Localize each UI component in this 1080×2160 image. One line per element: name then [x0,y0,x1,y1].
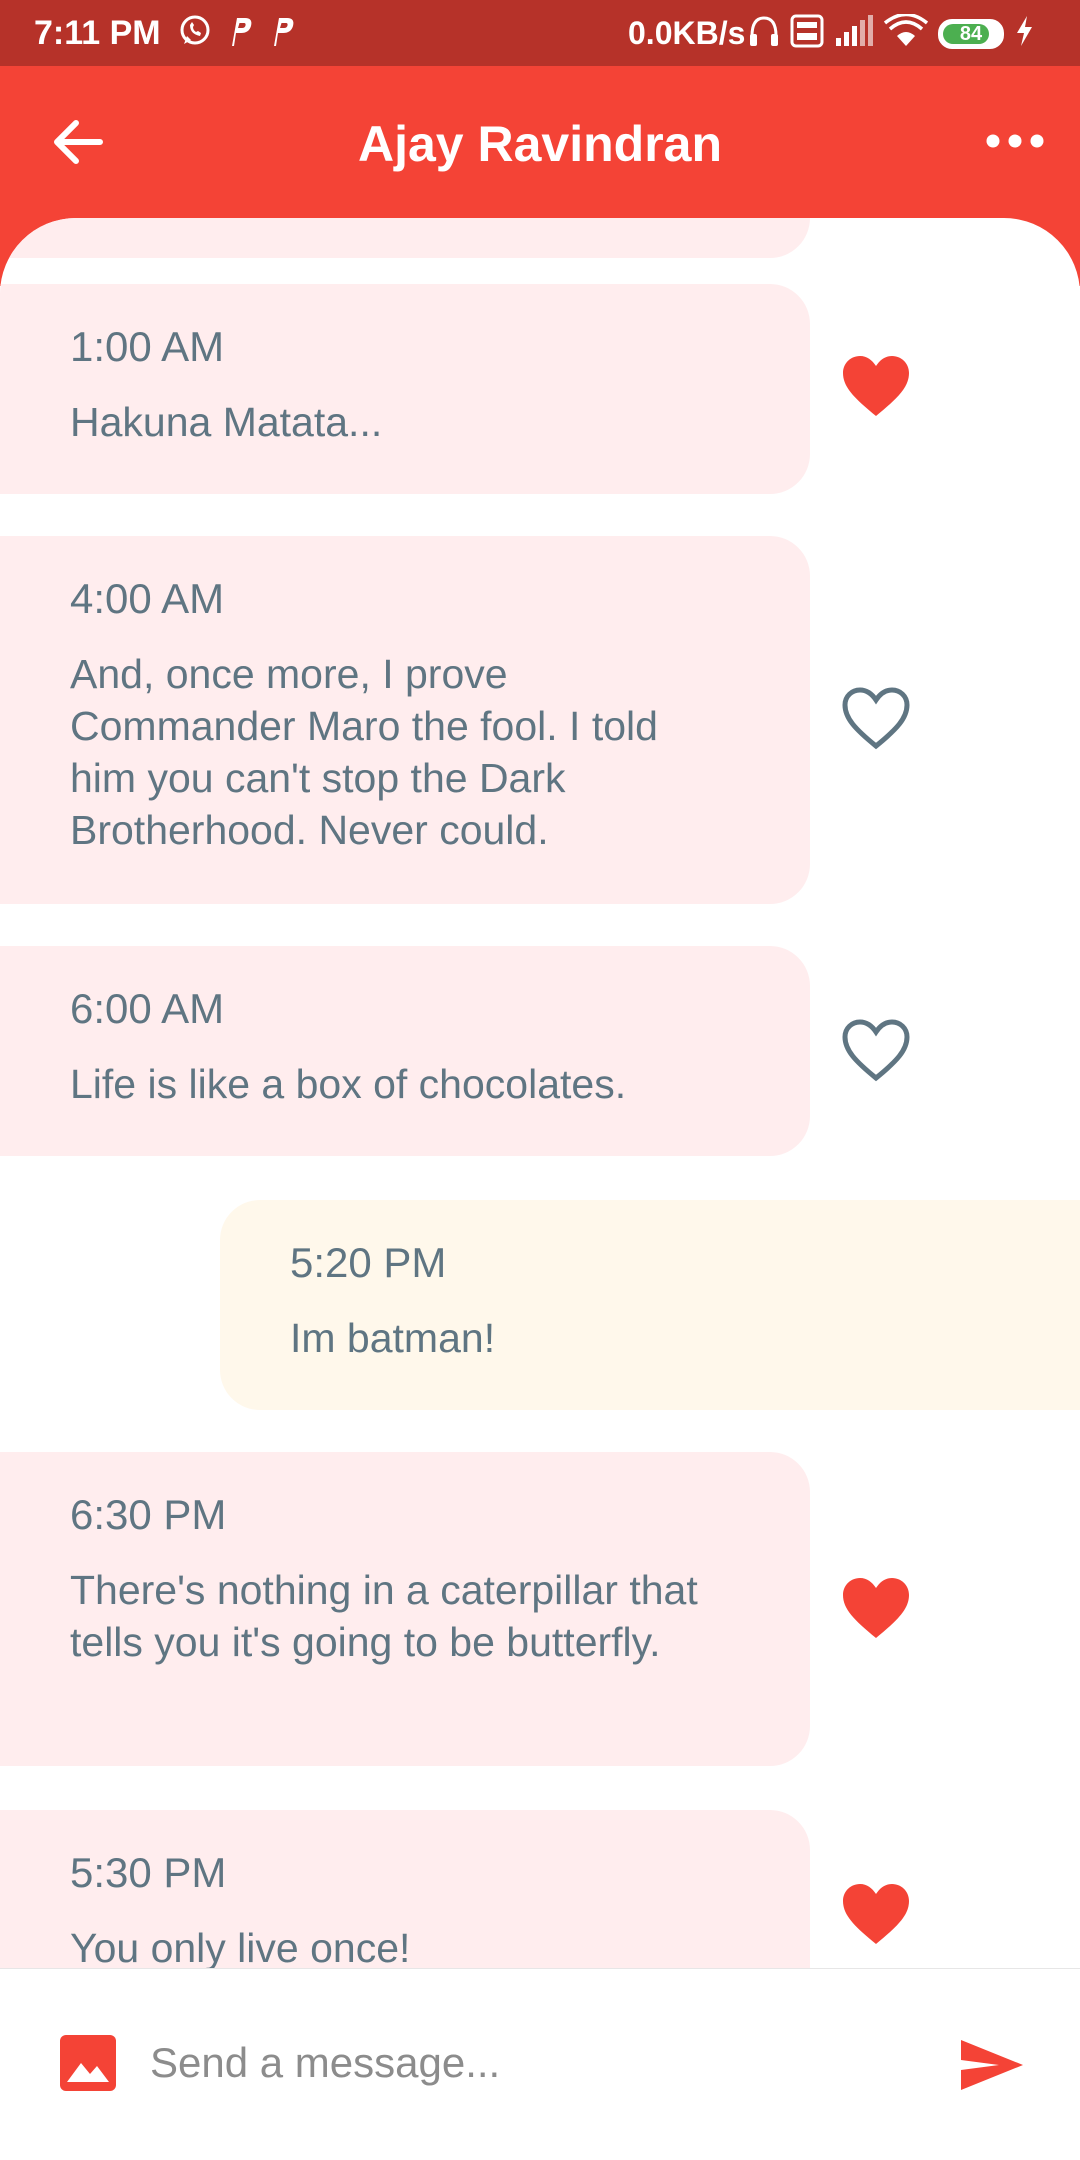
message-text: Hakuna Matata... [70,399,383,445]
heart-outline-icon [842,1019,910,1082]
notification-icons [178,14,296,53]
heart-outline-icon [842,687,910,750]
volte-icon [790,14,824,53]
like-button[interactable] [838,352,914,422]
heart-filled-icon [843,1578,909,1638]
heart-filled-icon [843,1884,909,1944]
message-text: There's nothing in a caterpillar that te… [70,1567,698,1665]
whatsapp-icon [178,14,212,53]
received-message-bubble[interactable]: 4:00 AM And, once more, I prove Commande… [0,536,810,904]
message-list[interactable]: 1:00 AM Hakuna Matata... 4:00 AM And, on… [0,218,1080,1968]
charging-icon [1014,14,1034,53]
system-icons: 84 [748,12,1034,53]
message-time: 6:30 PM [70,1491,227,1538]
message-text: Im batman! [290,1315,496,1361]
more-dots-icon [986,134,1044,148]
status-time: 7:11 PM [34,14,161,52]
attach-image-button[interactable] [58,2033,118,2093]
like-button[interactable] [838,684,914,754]
wifi-icon [883,12,929,53]
p-app-icon [268,14,296,53]
message-time: 1:00 AM [70,323,225,370]
network-speed: 0.0KB/s [628,15,746,51]
message-text: And, once more, I prove Commander Maro t… [70,651,658,853]
send-icon [961,2040,1023,2090]
back-button[interactable] [46,110,110,174]
received-message-bubble[interactable]: 1:00 AM Hakuna Matata... [0,284,810,494]
message-time: 4:00 AM [70,575,225,622]
message-text: Life is like a box of chocolates. [70,1061,627,1107]
message-time: 5:30 PM [70,1849,227,1896]
message-text: You only live once! [70,1925,411,1968]
signal-icon [834,14,874,53]
message-input[interactable] [150,2025,910,2101]
battery-level-label: 84 [959,22,983,45]
heart-filled-icon [843,356,909,416]
status-bar: 7:11 PM 0.0KB/s 84 [0,0,1080,66]
battery-icon: 84 [938,18,1004,49]
message-composer [0,1968,1080,2160]
chat-title: Ajay Ravindran [357,116,722,172]
arrow-left-icon [54,120,103,164]
more-options-button[interactable] [980,116,1050,166]
received-message-bubble[interactable]: 6:30 PM There's nothing in a caterpillar… [0,1452,810,1766]
image-icon [60,2035,116,2091]
p-app-icon [226,14,254,53]
received-message-bubble[interactable]: 5:30 PM You only live once! [0,1810,810,1968]
sent-message-bubble[interactable]: 5:20 PM Im batman! [220,1200,1080,1410]
message-time: 6:00 AM [70,985,225,1032]
headset-icon [748,14,780,53]
received-message-bubble[interactable]: 6:00 AM Life is like a box of chocolates… [0,946,810,1156]
like-button[interactable] [838,1574,914,1644]
send-button[interactable] [952,2025,1032,2105]
like-button[interactable] [838,1016,914,1086]
like-button[interactable] [838,1880,914,1950]
message-time: 5:20 PM [290,1239,447,1286]
previous-message-bubble [0,218,810,258]
